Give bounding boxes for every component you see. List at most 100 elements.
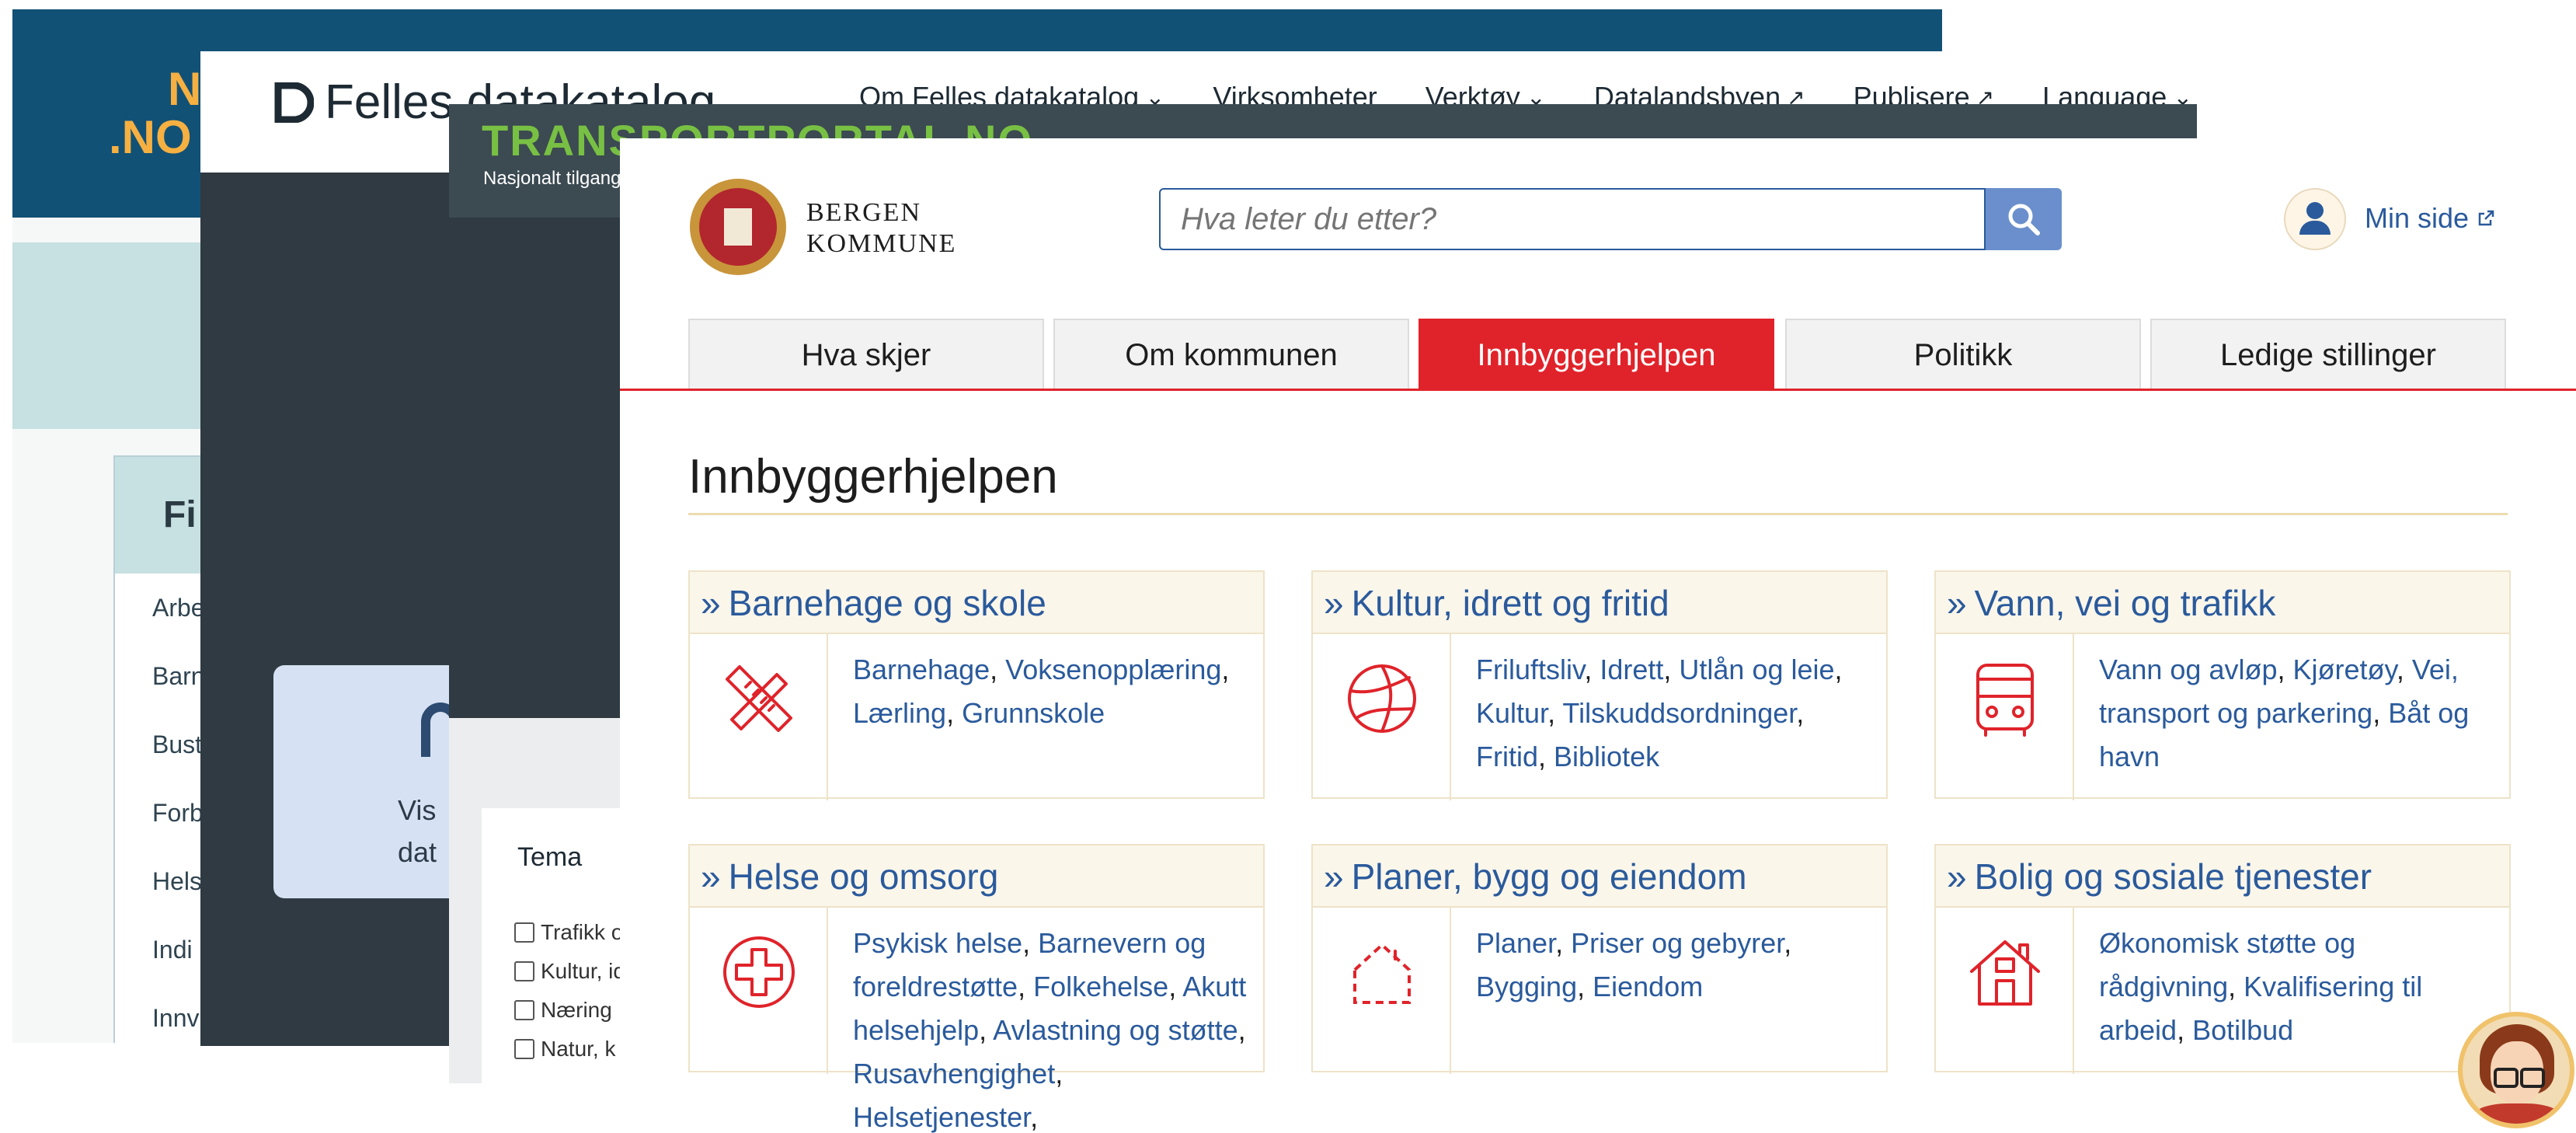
link-separator: , xyxy=(979,1014,994,1046)
category-title: Planer, bygg og eiendom xyxy=(1351,856,1747,897)
category-links: Barnehage, Voksenopplæring, Lærling, Gru… xyxy=(853,648,1248,735)
link-separator: , xyxy=(2228,971,2244,1002)
category-link[interactable]: Vann og avløp xyxy=(2099,654,2277,685)
tema-checkbox-row[interactable]: Trafikk o xyxy=(514,920,623,945)
category-heading-link[interactable]: » Bolig og sosiale tjenester xyxy=(1936,845,2509,908)
category-title: Vann, vei og trafikk xyxy=(1974,583,2276,623)
main-tabs: Hva skjer Om kommunen Innbyggerhjelpen Poli… xyxy=(688,319,2508,390)
link-separator: , xyxy=(1538,741,1554,772)
min-side-link[interactable]: Min side xyxy=(2365,202,2495,235)
checkbox-label: Natur, k xyxy=(541,1037,616,1061)
link-separator: , xyxy=(1584,654,1600,685)
category-heading-link[interactable]: » Planer, bygg og eiendom xyxy=(1313,845,1886,908)
category-links: Økonomisk støtte og rådgivning, Kvalifis… xyxy=(2099,922,2494,1052)
double-chevron-right-icon: » xyxy=(701,583,721,623)
category-link[interactable]: Botilbud xyxy=(2192,1014,2293,1046)
category-heading-link[interactable]: » Helse og omsorg xyxy=(690,845,1263,908)
link-separator: , xyxy=(1834,654,1843,685)
category-title: Barnehage og skole xyxy=(728,583,1046,623)
page-title: Innbyggerhjelpen xyxy=(688,450,1058,504)
fdk-logo-icon xyxy=(274,82,314,123)
link-separator: , xyxy=(1238,1014,1246,1046)
category-link[interactable]: Priser og gebyrer xyxy=(1571,927,1784,959)
category-card: » Barnehage og skole Barnehage, Voksenoppl… xyxy=(688,570,1265,800)
checkbox-label: Næring xyxy=(541,998,612,1022)
ruler-pencil-icon xyxy=(726,665,792,732)
search-button[interactable] xyxy=(1986,188,2062,250)
double-chevron-right-icon: » xyxy=(1324,583,1344,623)
category-link[interactable]: Bibliotek xyxy=(1554,741,1659,772)
category-link[interactable]: Friluftsliv xyxy=(1476,654,1584,685)
house-icon xyxy=(1970,940,2040,1006)
category-card: » Helse og omsorg Psykisk helse, Barnevern… xyxy=(688,844,1265,1133)
fdk-card-text: Vis dat xyxy=(398,794,437,868)
category-link[interactable]: Planer xyxy=(1476,927,1555,959)
category-links: Psykisk helse, Barnevern og foreldrestøt… xyxy=(853,922,1248,1133)
tab-politikk[interactable]: Politikk xyxy=(1785,319,2141,389)
category-icon-cell xyxy=(1936,634,2074,800)
link-separator: , xyxy=(2277,654,2293,685)
no-logo[interactable]: N .NO xyxy=(109,65,201,162)
link-separator: , xyxy=(1221,654,1230,685)
category-link[interactable]: Tilskuddsordninger xyxy=(1562,697,1796,729)
min-side-label: Min side xyxy=(2365,202,2470,234)
category-link[interactable]: Idrett xyxy=(1600,654,1663,685)
tabs-underline xyxy=(620,389,2576,391)
tema-checkbox-row[interactable]: Natur, k xyxy=(514,1037,615,1062)
category-link[interactable]: Barnehage xyxy=(853,654,990,685)
category-link[interactable]: Folkehelse xyxy=(1033,971,1168,1002)
category-card: » Vann, vei og trafikk Vann og avløp, Kjør… xyxy=(1934,570,2511,800)
checkbox[interactable] xyxy=(514,1039,534,1059)
category-card: » Kultur, idrett og fritid Friluftsliv, Id… xyxy=(1311,570,1888,800)
double-chevron-right-icon: » xyxy=(1947,856,1967,897)
category-heading-link[interactable]: » Vann, vei og trafikk xyxy=(1936,572,2509,634)
municipality-name[interactable]: BERGEN KOMMUNE xyxy=(806,197,956,260)
category-link[interactable]: Lærling xyxy=(853,697,946,729)
category-heading-link[interactable]: » Barnehage og skole xyxy=(690,572,1263,634)
tema-checkbox-row[interactable]: Kultur, id xyxy=(514,959,625,984)
category-link[interactable]: Fritid xyxy=(1476,741,1538,772)
category-link[interactable]: Eiendom xyxy=(1593,971,1703,1002)
double-chevron-right-icon: » xyxy=(701,856,721,897)
search-icon xyxy=(2008,204,2040,235)
category-link[interactable]: Rusavhengighet xyxy=(853,1058,1055,1089)
chat-assistant-avatar[interactable] xyxy=(2458,1012,2574,1128)
category-link[interactable]: Helsetjenester xyxy=(853,1101,1030,1133)
link-separator: , xyxy=(1663,654,1680,685)
category-link[interactable]: Voksenopplæring xyxy=(1005,654,1221,685)
checkbox[interactable] xyxy=(514,961,534,981)
category-link[interactable]: Utlån og leie xyxy=(1679,654,1834,685)
link-separator: , xyxy=(1030,1101,1039,1133)
tema-checkbox-row[interactable]: Næring xyxy=(514,998,612,1023)
category-link[interactable]: Kultur xyxy=(1476,697,1547,729)
category-icon-cell xyxy=(1936,908,2074,1074)
link-separator: , xyxy=(1555,927,1572,959)
link-separator: , xyxy=(1796,697,1805,729)
category-link[interactable]: Grunnskole xyxy=(962,697,1105,729)
tab-innbyggerhjelpen[interactable]: Innbyggerhjelpen xyxy=(1419,319,1774,389)
tab-hva-skjer[interactable]: Hva skjer xyxy=(688,319,1044,389)
category-title: Helse og omsorg xyxy=(728,856,999,897)
category-link[interactable]: Kjøretøy xyxy=(2293,654,2397,685)
tab-om-kommunen[interactable]: Om kommunen xyxy=(1053,319,1409,389)
link-separator: , xyxy=(990,654,1006,685)
category-icon-cell xyxy=(1313,634,1451,800)
category-card: » Bolig og sosiale tjenester Økonomisk stø… xyxy=(1934,844,2511,1074)
search-input[interactable] xyxy=(1159,188,1986,250)
link-separator: , xyxy=(946,697,963,729)
category-link[interactable]: Psykisk helse xyxy=(853,927,1022,959)
category-title: Bolig og sosiale tjenester xyxy=(1974,856,2372,897)
category-heading-link[interactable]: » Kultur, idrett og fritid xyxy=(1313,572,1886,634)
category-links: Planer, Priser og gebyrer, Bygging, Eien… xyxy=(1476,922,1871,1009)
category-link[interactable]: Bygging xyxy=(1476,971,1577,1002)
checkbox[interactable] xyxy=(514,1000,534,1020)
medical-cross-icon xyxy=(723,936,795,1008)
bergen-crest-logo[interactable] xyxy=(690,179,786,275)
checkbox[interactable] xyxy=(514,922,534,943)
category-icon-cell xyxy=(690,634,828,800)
crest-shield xyxy=(699,188,777,266)
category-link[interactable]: Avlastning og støtte xyxy=(993,1014,1238,1046)
category-links: Vann og avløp, Kjøretøy, Vei, transport … xyxy=(2099,648,2494,779)
tab-ledige-stillinger[interactable]: Ledige stillinger xyxy=(2150,319,2506,389)
user-avatar-icon[interactable] xyxy=(2284,188,2346,250)
